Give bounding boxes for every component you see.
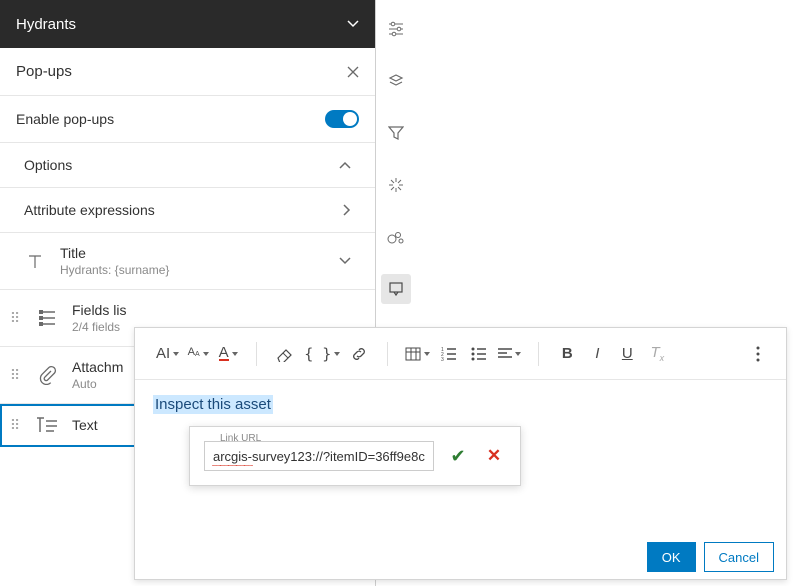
- bold-button[interactable]: B: [553, 339, 581, 369]
- attribute-expressions-row[interactable]: Attribute expressions: [0, 188, 375, 233]
- enable-popups-row: Enable pop-ups: [0, 96, 375, 143]
- popup-icon[interactable]: [381, 274, 411, 304]
- enable-popups-label: Enable pop-ups: [16, 111, 114, 127]
- chevron-down-icon[interactable]: [339, 257, 359, 265]
- drag-handle-icon[interactable]: ⠿: [8, 417, 22, 434]
- align-icon[interactable]: [495, 339, 524, 369]
- settings-icon[interactable]: [381, 14, 411, 44]
- panel-header: Pop-ups: [0, 48, 375, 96]
- svg-text:3: 3: [441, 357, 444, 361]
- options-section[interactable]: Options: [0, 143, 375, 188]
- strike-clear-icon[interactable]: Tx: [643, 339, 671, 369]
- title-icon: [22, 251, 48, 271]
- cancel-link-icon[interactable]: ✕: [482, 446, 506, 466]
- options-label: Options: [24, 157, 72, 173]
- italic-button[interactable]: I: [583, 339, 611, 369]
- title-element-row[interactable]: Title Hydrants: {surname}: [0, 233, 375, 290]
- title-sub: Hydrants: {surname}: [60, 263, 327, 277]
- code-icon[interactable]: { }: [301, 339, 343, 369]
- ai-button[interactable]: AI: [153, 339, 182, 369]
- attachment-icon: [34, 365, 60, 385]
- text-editor-dialog: AI AA A { } 123 B I U Tx Inspect this as…: [134, 327, 787, 580]
- add-layer-icon[interactable]: [381, 66, 411, 96]
- title-label: Title: [60, 245, 327, 261]
- chevron-up-icon: [339, 161, 351, 169]
- editor-content-area[interactable]: Inspect this asset Link URL ﹏﹏﹏﹏﹏ ✔ ✕: [135, 380, 786, 535]
- fields-icon: [34, 309, 60, 327]
- dialog-footer: OK Cancel: [135, 535, 786, 579]
- attr-expr-label: Attribute expressions: [24, 202, 155, 218]
- panel-title: Pop-ups: [16, 63, 72, 80]
- drag-handle-icon[interactable]: ⠿: [8, 367, 22, 384]
- layer-header[interactable]: Hydrants: [0, 0, 375, 48]
- confirm-link-icon[interactable]: ✔: [446, 446, 470, 467]
- effects-icon[interactable]: [381, 170, 411, 200]
- drag-handle-icon[interactable]: ⠿: [8, 310, 22, 327]
- numbered-list-icon[interactable]: 123: [435, 339, 463, 369]
- enable-popups-toggle[interactable]: [325, 110, 359, 128]
- chevron-down-icon[interactable]: [347, 20, 359, 28]
- spellcheck-underline: ﹏﹏﹏﹏﹏: [212, 455, 252, 468]
- font-color-button[interactable]: A: [214, 339, 242, 369]
- link-url-popup: Link URL ﹏﹏﹏﹏﹏ ✔ ✕: [189, 426, 521, 486]
- text-icon: [34, 416, 60, 434]
- fields-label: Fields lis: [72, 302, 359, 318]
- cluster-icon[interactable]: [381, 222, 411, 252]
- filter-icon[interactable]: [381, 118, 411, 148]
- chevron-right-icon: [343, 204, 351, 216]
- close-icon[interactable]: [347, 66, 359, 78]
- table-icon[interactable]: [402, 339, 433, 369]
- layer-name: Hydrants: [16, 16, 76, 33]
- underline-button[interactable]: U: [613, 339, 641, 369]
- cancel-button[interactable]: Cancel: [704, 542, 774, 572]
- font-size-button[interactable]: AA: [184, 339, 212, 369]
- bullet-list-icon[interactable]: [465, 339, 493, 369]
- editor-toolbar: AI AA A { } 123 B I U Tx: [135, 328, 786, 380]
- link-icon[interactable]: [345, 339, 373, 369]
- more-icon[interactable]: [744, 339, 772, 369]
- ok-button[interactable]: OK: [647, 542, 696, 572]
- selected-text[interactable]: Inspect this asset: [153, 395, 273, 414]
- clear-format-icon[interactable]: [271, 339, 299, 369]
